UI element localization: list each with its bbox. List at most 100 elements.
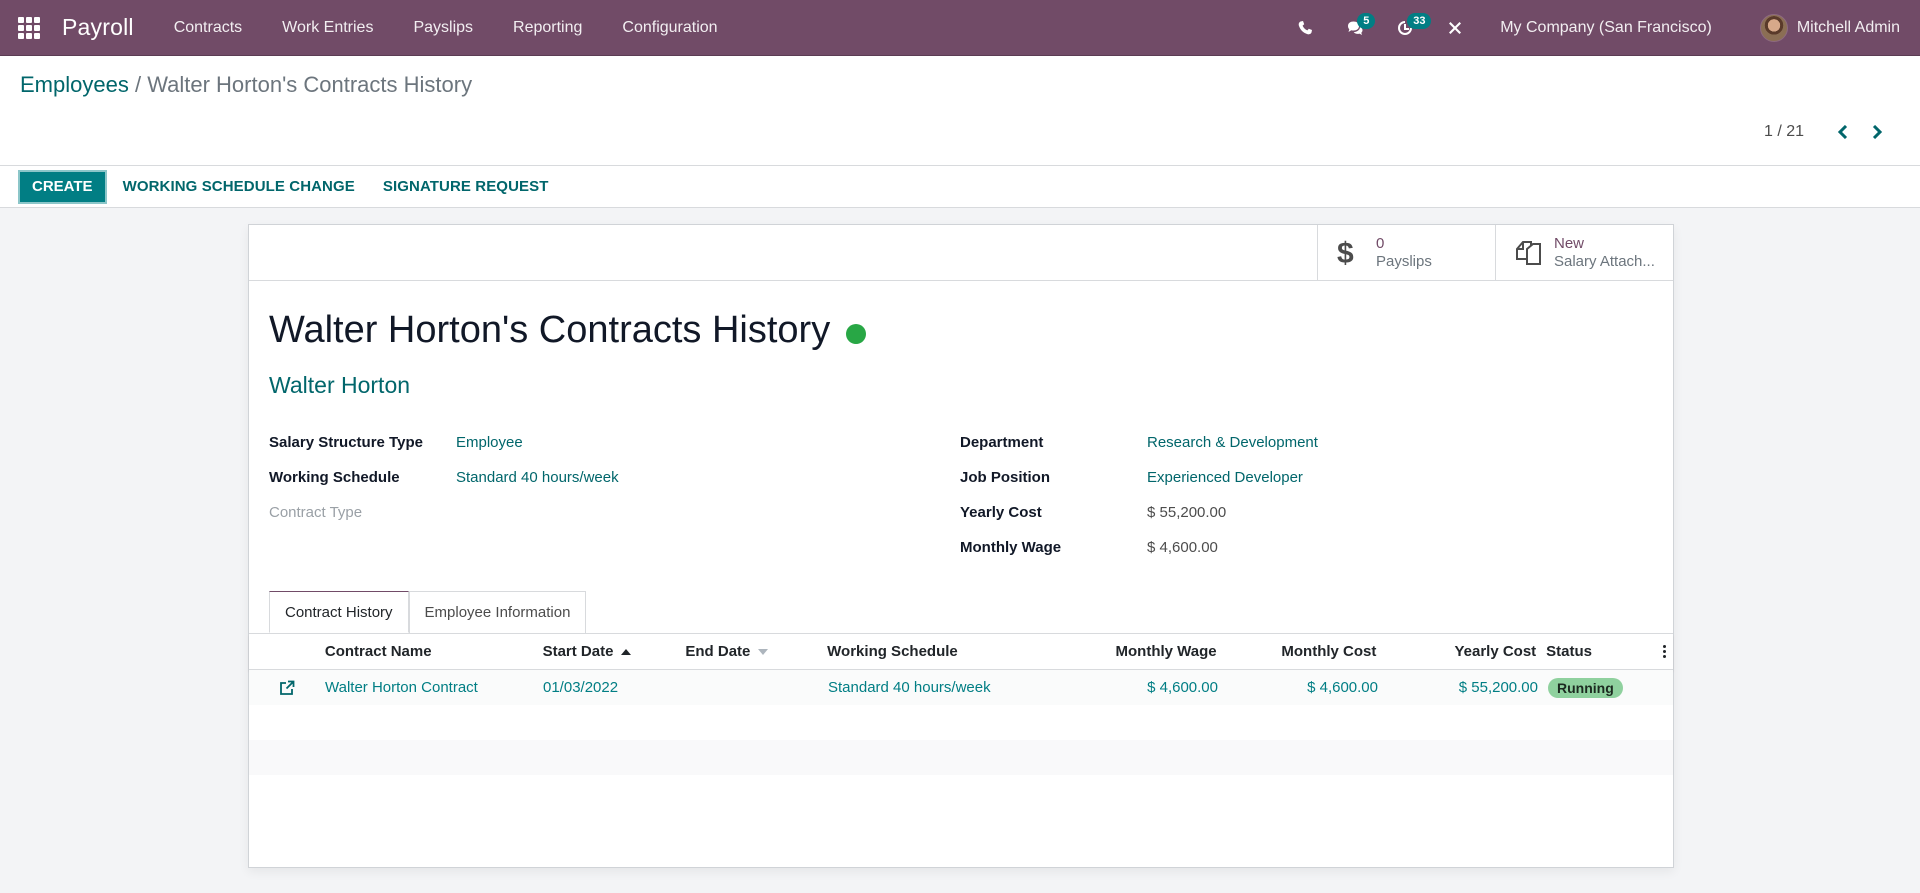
menu-contracts[interactable]: Contracts <box>154 19 262 37</box>
table-header: Contract Name Start Date End Date Workin… <box>249 634 1673 670</box>
header-monthly-wage[interactable]: Monthly Wage <box>1077 643 1217 660</box>
header-label: End Date <box>685 643 751 660</box>
breadcrumb-current: Walter Horton's Contracts History <box>147 72 473 97</box>
header-monthly-cost[interactable]: Monthly Cost <box>1217 643 1377 660</box>
right-field-group: Department Research & Development Job Po… <box>960 425 1318 565</box>
payslips-count: 0 <box>1376 234 1385 252</box>
pager-previous-button[interactable] <box>1826 120 1860 144</box>
field-label: Yearly Cost <box>960 504 1042 521</box>
field-yearly-cost: Yearly Cost $ 55,200.00 <box>960 495 1318 530</box>
action-bar: CREATE WORKING SCHEDULE CHANGE SIGNATURE… <box>0 166 1920 208</box>
apps-menu-icon[interactable] <box>18 16 42 40</box>
user-name: Mitchell Admin <box>1796 18 1900 36</box>
header-label: Contract Name <box>324 643 432 660</box>
payslips-label: Payslips <box>1376 252 1432 270</box>
chevron-left-icon <box>1837 125 1848 139</box>
working-schedule-value[interactable]: Standard 40 hours/week <box>456 469 619 486</box>
working-schedule-change-button[interactable]: WORKING SCHEDULE CHANGE <box>109 178 369 195</box>
salary-attachments-value: New <box>1554 234 1585 252</box>
field-monthly-wage: Monthly Wage $ 4,600.00 <box>960 530 1318 565</box>
app-name[interactable]: Payroll <box>62 14 134 41</box>
documents-icon <box>1514 239 1554 267</box>
field-working-schedule: Working Schedule Standard 40 hours/week <box>269 460 619 495</box>
field-label: Salary Structure Type <box>269 434 423 451</box>
yearly-cost-value: $ 55,200.00 <box>1147 504 1227 521</box>
avatar <box>1759 13 1788 42</box>
phone-icon[interactable] <box>1280 0 1330 55</box>
empty-row <box>249 740 1673 775</box>
department-value[interactable]: Research & Development <box>1147 434 1318 451</box>
header-start-date[interactable]: Start Date <box>543 643 686 660</box>
title-row: Walter Horton's Contracts History <box>269 309 867 352</box>
messages-badge: 5 <box>1357 13 1376 29</box>
cell-working-schedule[interactable]: Standard 40 hours/week <box>828 679 1078 696</box>
header-working-schedule[interactable]: Working Schedule <box>827 643 1077 660</box>
menu-work-entries[interactable]: Work Entries <box>262 19 393 37</box>
salary-structure-type-value[interactable]: Employee <box>456 434 523 451</box>
monthly-wage-value: $ 4,600.00 <box>1147 539 1218 556</box>
optional-columns-toggle[interactable] <box>1656 645 1673 658</box>
activity-clock-icon[interactable]: 33 <box>1380 0 1432 55</box>
open-record-button[interactable] <box>249 680 325 696</box>
sort-ascending-icon <box>621 649 632 656</box>
field-contract-type: Contract Type <box>269 495 619 530</box>
contracts-table: Contract Name Start Date End Date Workin… <box>249 634 1673 775</box>
header-status[interactable]: Status <box>1536 643 1656 660</box>
pager-next-button[interactable] <box>1860 120 1894 144</box>
salary-attachments-label: Salary Attach... <box>1554 252 1655 270</box>
chevron-right-icon <box>1872 125 1883 139</box>
menu-payslips[interactable]: Payslips <box>393 19 493 37</box>
header-label: Monthly Cost <box>1281 643 1377 660</box>
header-label: Yearly Cost <box>1454 643 1537 660</box>
sort-descending-icon <box>758 649 769 656</box>
kebab-icon <box>1663 645 1666 658</box>
breadcrumb-employees[interactable]: Employees <box>20 72 129 97</box>
field-job-position: Job Position Experienced Developer <box>960 460 1318 495</box>
employee-link[interactable]: Walter Horton <box>269 372 410 399</box>
header-label: Start Date <box>542 643 614 660</box>
field-label: Monthly Wage <box>960 539 1062 556</box>
activities-badge: 33 <box>1407 13 1432 29</box>
menu-configuration[interactable]: Configuration <box>602 19 737 37</box>
navbar-systray: 5 33 My Company (San Francisco) Mitchell… <box>1280 0 1920 55</box>
job-position-value[interactable]: Experienced Developer <box>1147 469 1303 486</box>
field-salary-structure-type: Salary Structure Type Employee <box>269 425 619 460</box>
field-department: Department Research & Development <box>960 425 1318 460</box>
debug-tools-icon[interactable] <box>1430 0 1480 55</box>
cell-status[interactable]: Running <box>1538 677 1658 698</box>
tab-contract-history[interactable]: Contract History <box>269 591 409 633</box>
status-badge: Running <box>1548 677 1623 698</box>
signature-request-button[interactable]: SIGNATURE REQUEST <box>369 178 563 195</box>
top-navbar: Payroll Contracts Work Entries Payslips … <box>0 0 1920 56</box>
header-yearly-cost[interactable]: Yearly Cost <box>1376 643 1536 660</box>
field-label: Department <box>960 434 1044 451</box>
cell-monthly-wage[interactable]: $ 4,600.00 <box>1078 679 1218 696</box>
salary-attachments-smart-button[interactable]: New Salary Attach... <box>1495 225 1673 280</box>
payslips-smart-button[interactable]: $ 0 Payslips <box>1317 225 1495 280</box>
header-contract-name[interactable]: Contract Name <box>325 643 543 660</box>
cell-monthly-cost[interactable]: $ 4,600.00 <box>1218 679 1378 696</box>
pager-value[interactable]: 1 / 21 <box>1764 123 1804 141</box>
cell-contract-name[interactable]: Walter Horton Contract <box>325 679 543 696</box>
dollar-icon: $ <box>1336 238 1376 268</box>
notebook-tabs: Contract History Employee Information <box>269 591 587 633</box>
cell-yearly-cost[interactable]: $ 55,200.00 <box>1378 679 1538 696</box>
empty-row <box>249 705 1673 740</box>
header-end-date[interactable]: End Date <box>685 643 827 660</box>
field-label: Job Position <box>960 469 1050 486</box>
menu-reporting[interactable]: Reporting <box>493 19 602 37</box>
svg-text:$: $ <box>1337 238 1354 268</box>
tab-employee-information[interactable]: Employee Information <box>408 591 587 633</box>
header-label: Monthly Wage <box>1115 643 1217 660</box>
pager: 1 / 21 <box>1764 120 1894 144</box>
record-title: Walter Horton's Contracts History <box>269 309 831 351</box>
chat-icon[interactable]: 5 <box>1330 0 1380 55</box>
external-link-icon <box>280 680 295 695</box>
cell-start-date[interactable]: 01/03/2022 <box>543 679 686 696</box>
user-menu[interactable]: Mitchell Admin <box>1732 13 1920 42</box>
table-row[interactable]: Walter Horton Contract 01/03/2022 Standa… <box>249 670 1673 705</box>
header-label: Status <box>1546 643 1593 660</box>
left-field-group: Salary Structure Type Employee Working S… <box>269 425 619 530</box>
create-button[interactable]: CREATE <box>18 169 107 204</box>
company-switcher[interactable]: My Company (San Francisco) <box>1480 19 1732 37</box>
